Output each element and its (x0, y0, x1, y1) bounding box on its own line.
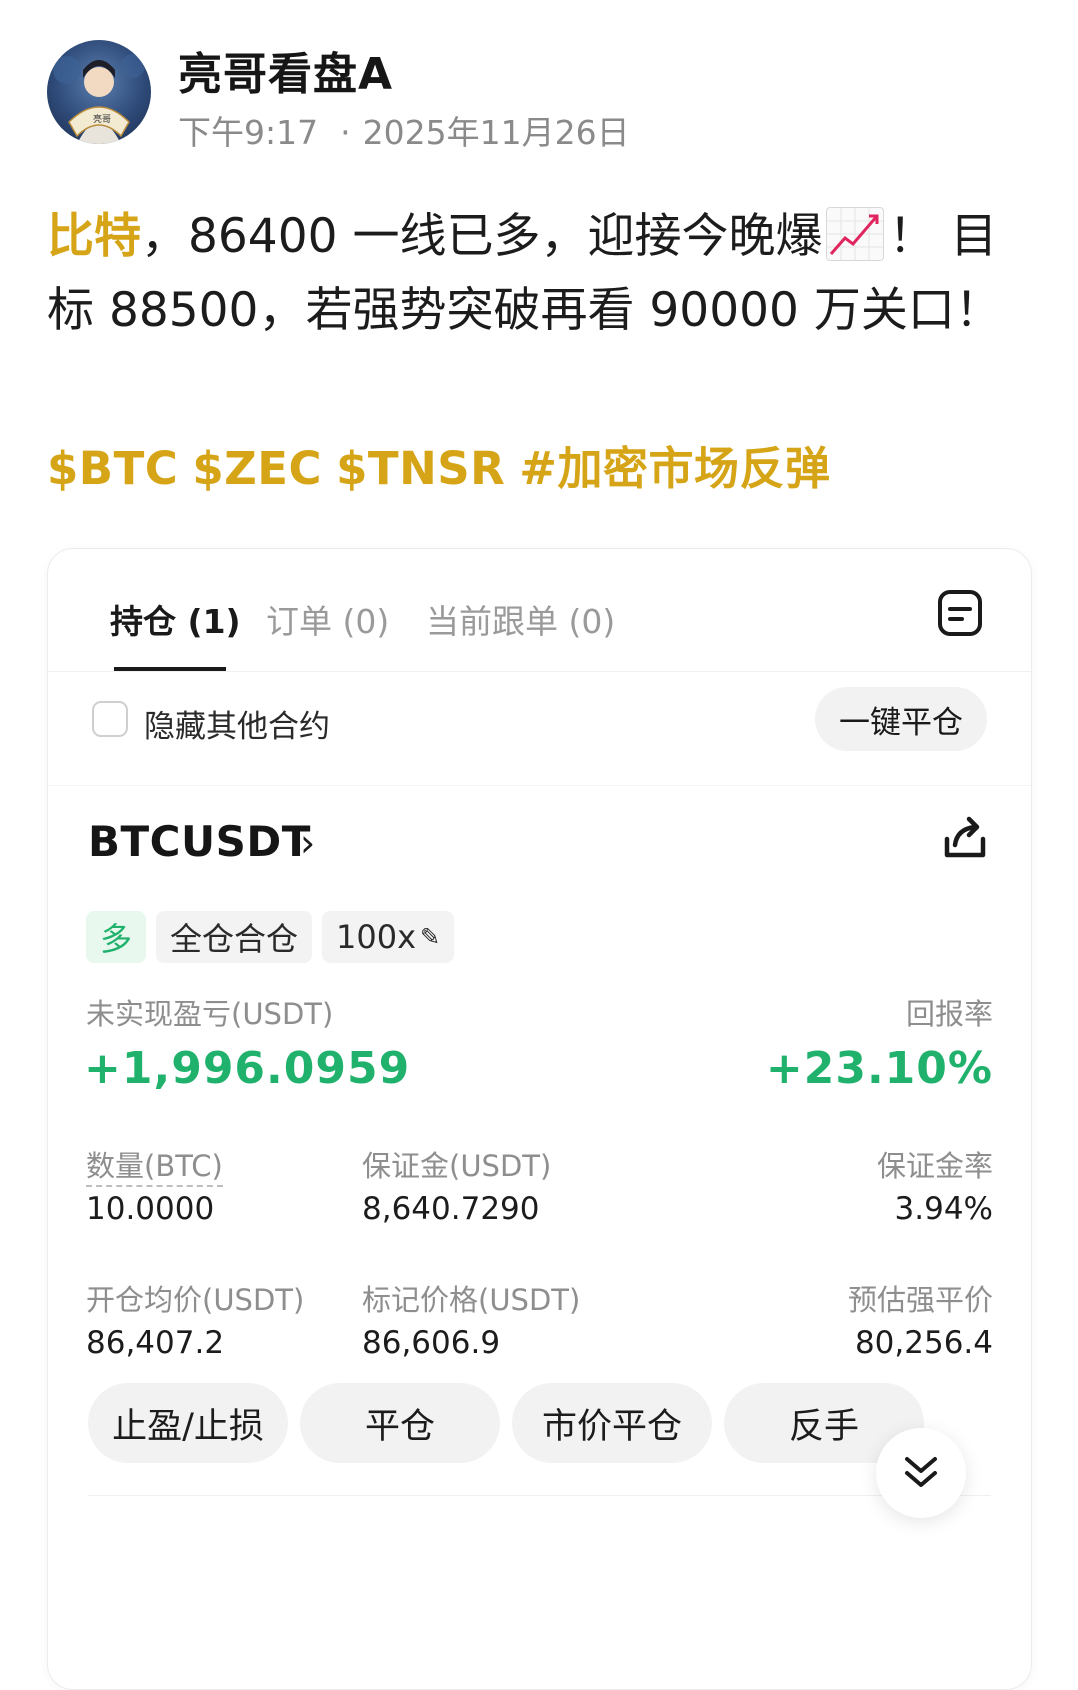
close-all-button[interactable]: 一键平仓 (815, 687, 987, 751)
post-body: 比特，86400 一线已多，迎接今晚爆！ 目标 88500，若强势突破再看 90… (47, 200, 1037, 348)
post-tags: $BTC $ZEC $TNSR #加密市场反弹 (47, 432, 845, 497)
tag-btc[interactable]: $BTC (47, 442, 178, 495)
tabs-divider (48, 671, 1031, 672)
tp-sl-button[interactable]: 止盈/止损 (88, 1383, 288, 1463)
roe-value: +23.10% (765, 1043, 993, 1094)
svg-text:亮哥: 亮哥 (93, 113, 111, 125)
actions-divider (88, 1495, 991, 1496)
meta-separator: · (340, 113, 351, 152)
tag-tnsr[interactable]: $TNSR (336, 442, 505, 495)
unrealized-pnl-value: +1,996.0959 (84, 1043, 411, 1094)
leverage-value: 100x (336, 918, 417, 956)
market-close-button[interactable]: 市价平仓 (512, 1383, 712, 1463)
position-tabs: 持仓 (1) 订单 (0) 当前跟单 (0) (48, 549, 1031, 671)
author-avatar[interactable]: 亮哥 (47, 40, 151, 144)
close-position-button[interactable]: 平仓 (300, 1383, 500, 1463)
qty-label-wrap: 数量(BTC) (86, 1143, 223, 1187)
margin-ratio-label: 保证金率 (876, 1149, 993, 1183)
post-date: 2025年11月26日 (362, 113, 630, 152)
filter-divider (48, 785, 1031, 786)
tab-copy-orders[interactable]: 当前跟单 (0) (426, 595, 615, 643)
position-badges: 多 全仓合仓 100x ✎ (86, 911, 455, 963)
position-actions: 止盈/止损 平仓 市价平仓 反手 (88, 1383, 924, 1463)
order-history-icon[interactable] (937, 589, 983, 637)
unrealized-pnl-label: 未实现盈亏(USDT) (86, 997, 334, 1031)
tag-topic[interactable]: #加密市场反弹 (519, 442, 830, 495)
hide-others-label[interactable]: 隐藏其他合约 (144, 701, 330, 746)
liq-price-label: 预估强平价 (847, 1283, 993, 1317)
tab-positions[interactable]: 持仓 (1) (110, 595, 241, 643)
position-card: 持仓 (1) 订单 (0) 当前跟单 (0) 隐藏其他合约 一键平仓 BTCUS… (47, 548, 1032, 1690)
roe-label: 回报率 (905, 997, 993, 1031)
double-chevron-down-icon (905, 1457, 937, 1487)
leverage-badge[interactable]: 100x ✎ (322, 911, 455, 963)
chevron-right-icon[interactable]: › (300, 821, 315, 865)
edit-pencil-icon: ✎ (420, 923, 441, 951)
margin-value: 8,640.7290 (362, 1191, 540, 1227)
margin-mode-badge: 全仓合仓 (156, 911, 313, 963)
contract-symbol[interactable]: BTCUSDT (88, 817, 311, 866)
post-timestamp: 下午9:17 · 2025年11月26日 (178, 106, 630, 154)
entry-price-value: 86,407.2 (86, 1325, 225, 1361)
side-badge: 多 (86, 911, 147, 963)
avatar-illustration: 亮哥 (53, 54, 145, 144)
tab-orders[interactable]: 订单 (0) (266, 595, 389, 643)
chart-increasing-icon (826, 207, 885, 261)
post-time: 下午9:17 (178, 113, 319, 152)
qty-value: 10.0000 (86, 1191, 215, 1227)
post-highlight-word[interactable]: 比特 (47, 209, 141, 264)
mark-price-value: 86,606.9 (362, 1325, 501, 1361)
hide-other-contracts-row: 隐藏其他合约 一键平仓 (48, 687, 1031, 771)
hide-others-checkbox[interactable] (92, 701, 128, 737)
qty-label[interactable]: 数量(BTC) (86, 1149, 223, 1187)
author-name[interactable]: 亮哥看盘A (178, 38, 393, 102)
post-text-part1: ，86400 一线已多，迎接今晚爆 (141, 209, 823, 264)
share-icon[interactable] (939, 811, 991, 863)
scroll-down-button[interactable] (876, 1428, 966, 1518)
entry-price-label: 开仓均价(USDT) (86, 1283, 305, 1317)
mark-price-label: 标记价格(USDT) (362, 1283, 581, 1317)
margin-ratio-value: 3.94% (894, 1191, 993, 1227)
margin-label: 保证金(USDT) (362, 1149, 552, 1183)
liq-price-value: 80,256.4 (854, 1325, 993, 1361)
tag-zec[interactable]: $ZEC (192, 442, 322, 495)
